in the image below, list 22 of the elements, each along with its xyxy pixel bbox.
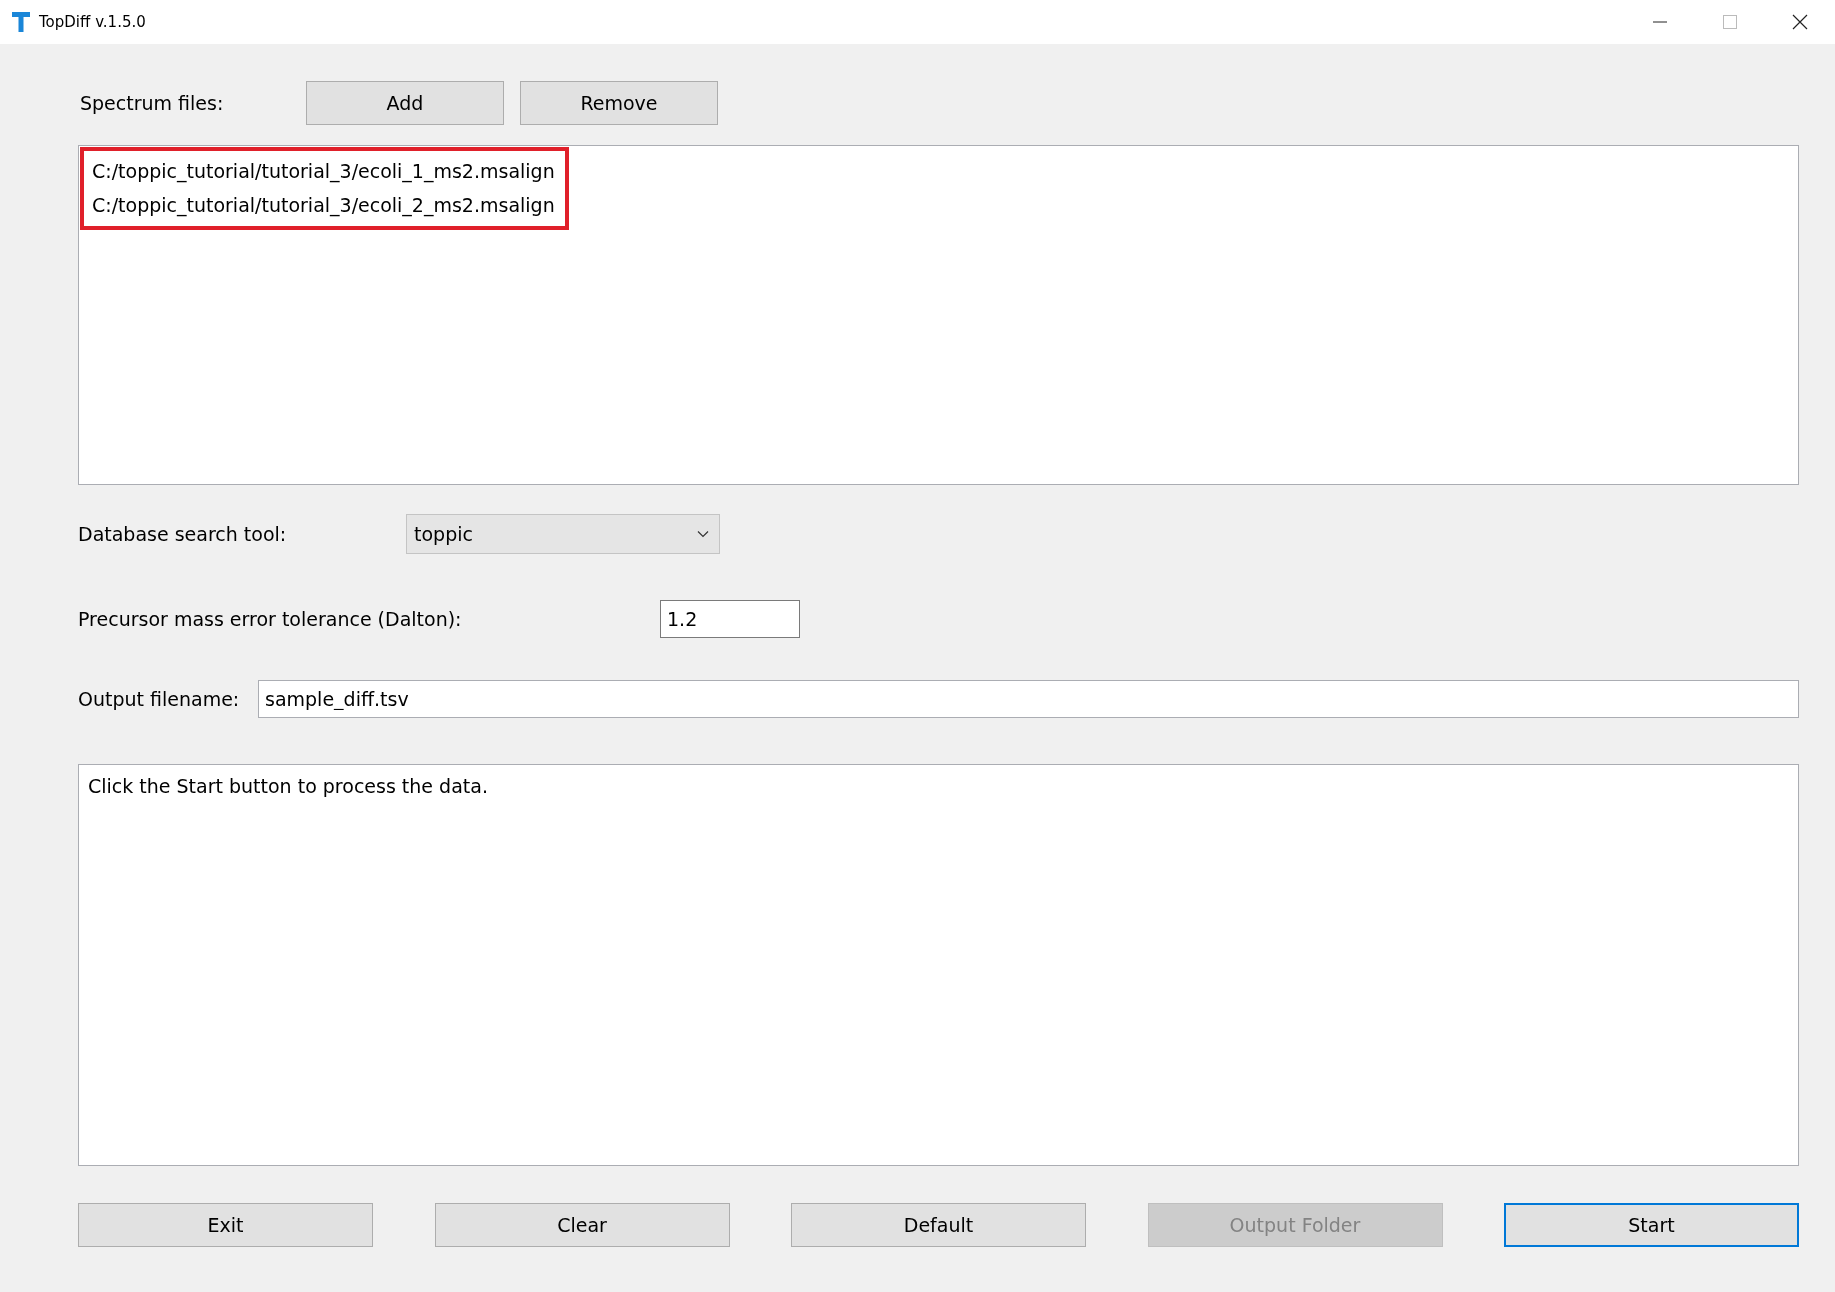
maximize-icon (1723, 15, 1737, 29)
window-title: TopDiff v.1.5.0 (39, 13, 146, 31)
close-icon (1792, 14, 1808, 30)
app-logo-icon (12, 12, 30, 32)
action-button[interactable]: Clear (434, 1203, 730, 1247)
database-search-tool-label: Database search tool: (78, 523, 288, 545)
file-list[interactable]: C:/toppic_tutorial/tutorial_3/ecoli_1_ms2.msalign C:/toppic_tutorial/tutorial_3/ecoli_2_ms2.msalign (78, 145, 1799, 485)
file-button[interactable]: Remove (520, 81, 718, 125)
file-list-item[interactable]: C:/toppic_tutorial/tutorial_3/ecoli_2_ms2.msalign (92, 188, 555, 222)
precursor-tolerance-label: Precursor mass error tolerance (Dalton): (78, 608, 463, 630)
search-tool-dropdown[interactable]: toppic (406, 514, 720, 554)
spectrum-files-label: Spectrum files: (80, 92, 225, 114)
chevron-down-icon (697, 530, 709, 538)
log-text: Click the Start button to process the data. (88, 775, 488, 797)
action-button[interactable]: Exit (78, 1203, 373, 1247)
file-button[interactable]: Add (306, 81, 504, 125)
output-filename-input[interactable]: sample_diff.tsv (258, 680, 1799, 718)
tolerance-input[interactable]: 1.2 (660, 600, 800, 638)
action-button[interactable]: Default (791, 1203, 1086, 1247)
output-filename-label: Output filename: (78, 688, 241, 710)
file-list-item[interactable]: C:/toppic_tutorial/tutorial_3/ecoli_1_ms2.msalign (92, 154, 555, 188)
action-button[interactable]: Start (1504, 1203, 1799, 1247)
